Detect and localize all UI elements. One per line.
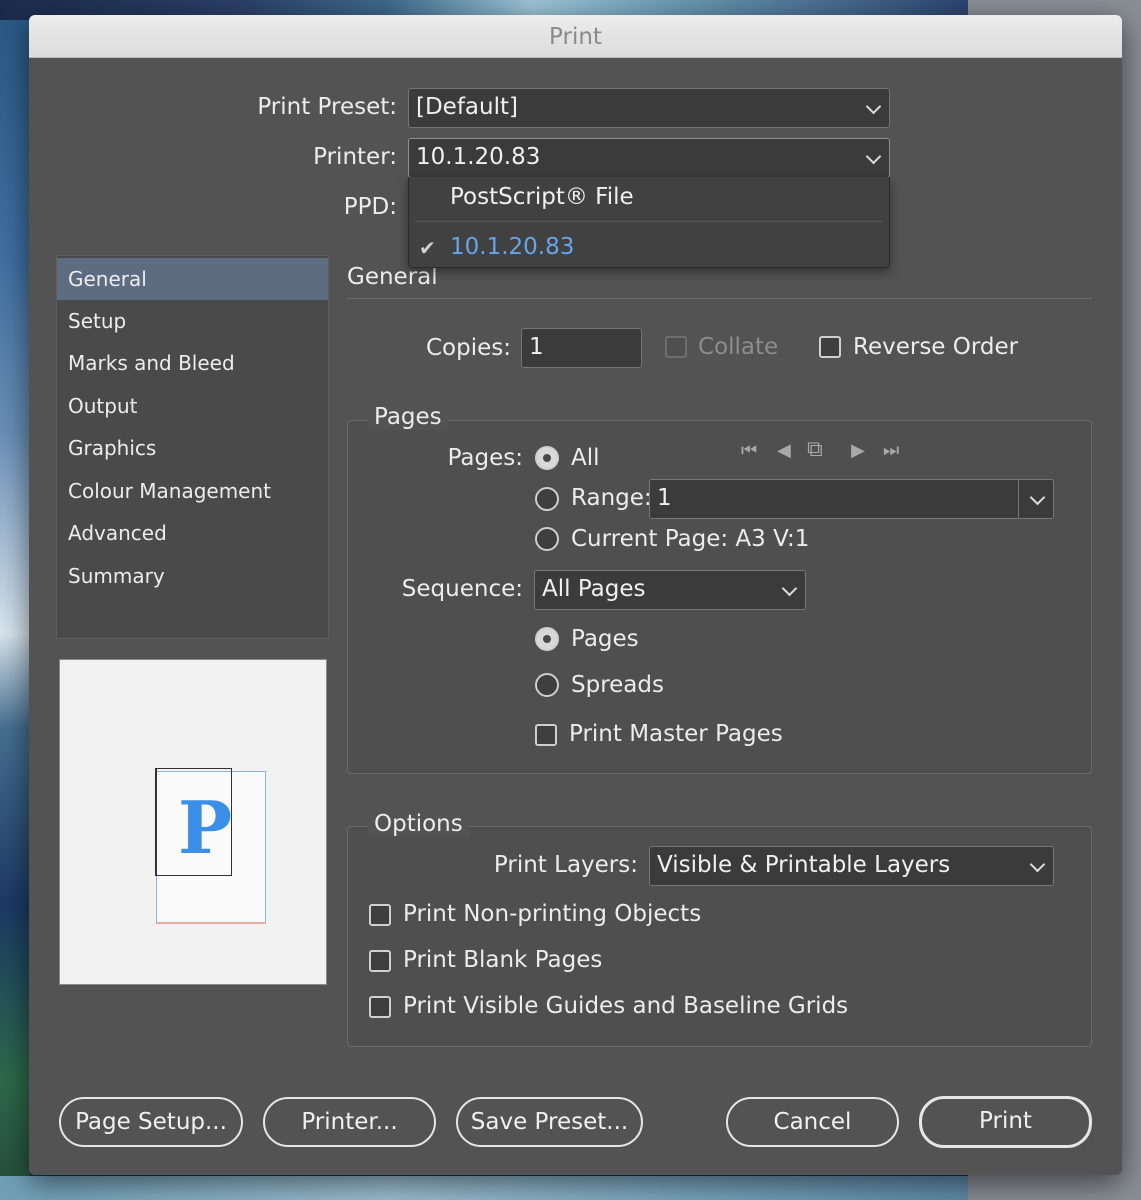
collate-checkbox[interactable] [665,336,687,358]
desktop-background-left [0,20,30,1200]
pages-range-value: 1 [657,485,672,511]
print-layers-label: Print Layers: [493,852,638,878]
sequence-value: All Pages [542,576,646,602]
print-preset-select[interactable]: [Default] [408,88,890,128]
options-group-title: Options [368,811,469,837]
sequence-select[interactable]: All Pages [534,570,806,610]
print-layers-value: Visible & Printable Layers [657,852,951,878]
print-button[interactable]: Print [919,1096,1092,1148]
sidebar-item-summary[interactable]: Summary [57,555,328,597]
spread-icon[interactable]: ⧉ [807,437,823,462]
menu-item-postscript-file[interactable]: PostScript® File [409,184,889,210]
sidebar-item-advanced[interactable]: Advanced [57,512,328,554]
chevron-down-icon [781,580,798,597]
pages-label: Pages: [447,445,523,471]
print-dialog: Print Print Preset: [Default] Printer: 1… [29,15,1122,1175]
menu-item-printer-ip[interactable]: ✔ 10.1.20.83 [409,234,889,260]
printer-select[interactable]: 10.1.20.83 [408,138,890,178]
pages-range-input[interactable]: 1 [649,479,1054,519]
layout-pages-label: Pages [571,626,639,652]
print-nonprinting-label: Print Non-printing Objects [403,901,702,927]
preview-glyph: P [178,785,233,870]
sidebar-item-general[interactable]: General [57,258,328,300]
settings-sidebar: General Setup Marks and Bleed Output Gra… [56,255,329,639]
print-master-pages-label: Print Master Pages [569,721,783,747]
sidebar-item-marks-and-bleed[interactable]: Marks and Bleed [57,342,328,384]
sidebar-item-colour-management[interactable]: Colour Management [57,470,328,512]
cancel-button[interactable]: Cancel [726,1097,899,1147]
print-nonprinting-checkbox[interactable] [369,904,391,926]
pages-all-radio[interactable] [535,446,559,470]
field-divider [1018,480,1019,518]
sidebar-item-setup[interactable]: Setup [57,300,328,342]
ppd-label: PPD: [343,194,397,220]
reverse-order-label: Reverse Order [853,334,1019,360]
last-page-icon[interactable]: ⏭ [883,440,899,461]
chevron-down-icon [1029,856,1046,873]
printer-value: 10.1.20.83 [416,144,541,170]
first-page-icon[interactable]: ⏮ [741,440,757,461]
copies-input[interactable]: 1 [521,328,642,368]
printer-button[interactable]: Printer... [263,1097,436,1147]
layout-spreads-label: Spreads [571,672,664,698]
pages-range-radio[interactable] [535,487,559,511]
menu-item-label: 10.1.20.83 [450,234,575,260]
print-layers-select[interactable]: Visible & Printable Layers [649,846,1054,886]
print-blank-pages-label: Print Blank Pages [403,947,603,973]
print-guides-label: Print Visible Guides and Baseline Grids [403,993,849,1019]
pages-range-label: Range: [571,485,652,511]
next-page-icon[interactable]: ▶ [851,440,865,461]
layout-spreads-radio[interactable] [535,673,559,697]
pages-current-radio[interactable] [535,527,559,551]
print-master-pages-checkbox[interactable] [535,724,557,746]
sidebar-item-output[interactable]: Output [57,385,328,427]
layout-pages-radio[interactable] [535,627,559,651]
section-divider [347,298,1092,299]
collate-label: Collate [698,334,779,360]
printer-label: Printer: [313,144,397,170]
chevron-down-icon[interactable] [1029,489,1046,506]
print-guides-checkbox[interactable] [369,996,391,1018]
chevron-down-icon [865,148,882,165]
page-navigation: ⏮ ◀ ⧉ ▶ ⏭ [741,437,911,466]
print-preset-value: [Default] [416,94,518,120]
printer-dropdown-menu: PostScript® File ✔ 10.1.20.83 [408,177,890,268]
sequence-label: Sequence: [401,576,523,602]
window-title: Print [29,15,1122,58]
page-setup-button[interactable]: Page Setup... [59,1097,243,1147]
pages-group-title: Pages [368,404,448,430]
chevron-down-icon [865,98,882,115]
save-preset-button[interactable]: Save Preset... [456,1097,643,1147]
sidebar-item-graphics[interactable]: Graphics [57,427,328,469]
pages-current-label: Current Page: A3 V:1 [571,526,810,552]
checkmark-icon: ✔ [419,236,436,260]
print-preset-label: Print Preset: [257,94,397,120]
menu-separator [415,221,883,222]
reverse-order-checkbox[interactable] [819,336,841,358]
print-blank-pages-checkbox[interactable] [369,950,391,972]
desktop-background-bottom [0,1176,968,1200]
copies-label: Copies: [425,335,511,361]
preview-bleed-line [156,922,266,924]
pages-all-label: All [571,445,600,471]
previous-page-icon[interactable]: ◀ [777,440,791,461]
page-preview: P [59,659,327,985]
